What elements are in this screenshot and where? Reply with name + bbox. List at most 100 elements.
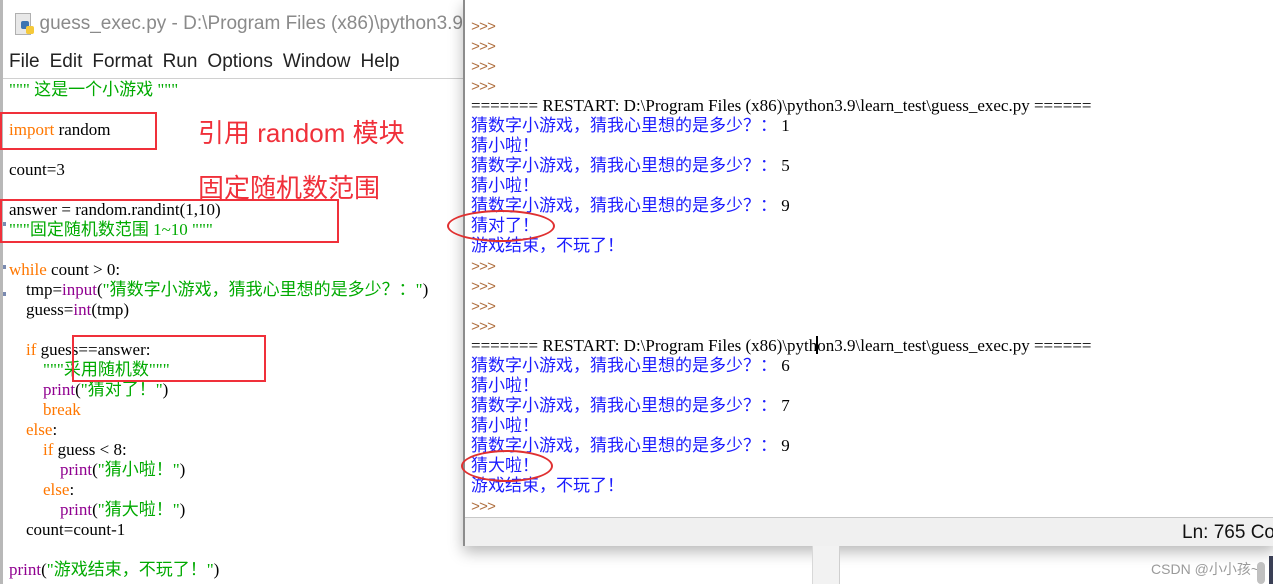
editor-title: guess_exec.py - D:\Program Files (x86)\p… [39, 13, 463, 34]
code-line: tmp=input("猜数字小游戏，猜我心里想的是多少？：") [9, 280, 428, 300]
prompt-text: >>> [471, 59, 496, 76]
code-builtin: input [62, 280, 97, 299]
code-text: guess < 8: [53, 440, 127, 459]
code-line: if guess < 8: [9, 440, 127, 460]
shell-output-line: 猜小啦！ [471, 136, 539, 155]
code-keyword: while [9, 260, 47, 279]
menu-window[interactable]: Window [278, 51, 356, 73]
shell-input-prompt: 猜数字小游戏，猜我心里想的是多少？： 5 [471, 156, 790, 176]
user-input-value: 9 [777, 196, 790, 215]
shell-prompt: >>> [471, 16, 496, 36]
input-prompt-text: 猜数字小游戏，猜我心里想的是多少？： [471, 356, 777, 375]
code-string: "猜数字小游戏，猜我心里想的是多少？：" [102, 280, 423, 299]
code-text: ) [213, 560, 220, 579]
code-string: """ 这是一个小游戏 """ [9, 80, 179, 99]
code-text: count=3 [9, 160, 65, 179]
restart-text: ======= RESTART: D:\Program Files (x86)\… [471, 336, 818, 355]
gutter-marker [3, 265, 6, 269]
code-keyword: if [26, 340, 37, 359]
code-line: print("猜小啦！") [9, 460, 185, 480]
shell-restart-line: ======= RESTART: D:\Program Files (x86)\… [471, 336, 1092, 356]
code-keyword: if [43, 440, 54, 459]
python-file-icon [13, 13, 34, 35]
annotation-box-compare [72, 335, 266, 382]
status-bar: Ln: 765 Co [465, 517, 1273, 546]
code-text: ) [422, 280, 429, 299]
shell-prompt: >>> [471, 36, 496, 56]
code-line: else: [9, 420, 57, 440]
watermark: CSDN @小小孩~ [1151, 561, 1259, 577]
menu-file[interactable]: File [3, 51, 45, 73]
code-keyword: else [26, 420, 53, 439]
code-text: count > 0: [46, 260, 121, 279]
code-line: print("猜对了！") [9, 380, 168, 400]
shell-prompt: >>> [471, 56, 496, 76]
user-input-value: 7 [777, 396, 790, 415]
code-text: ) [179, 460, 186, 479]
code-keyword: else [43, 480, 70, 499]
code-text: count=count-1 [9, 520, 126, 539]
shell-prompt: >>> [471, 296, 496, 316]
shell-output-line: 猜小啦！ [471, 416, 539, 435]
code-line: count=3 [9, 160, 65, 180]
menu-format[interactable]: Format [87, 51, 157, 73]
editor-title-bar[interactable]: guess_exec.py - D:\Program Files (x86)\p… [3, 8, 463, 40]
code-builtin: print [60, 500, 93, 519]
shell-prompt: >>> [471, 256, 496, 276]
code-keyword: break [43, 400, 81, 419]
code-line: break [9, 400, 81, 420]
shell-window: >>> >>> >>> >>> ======= RESTART: D:\Program … [447, 0, 1273, 546]
prompt-text: >>> [471, 19, 496, 36]
annotation-import-note: 引用 random 模块 [198, 118, 405, 148]
input-prompt-text: 猜数字小游戏，猜我心里想的是多少？： [471, 156, 777, 175]
highlight-circle-correct [447, 210, 555, 242]
code-line: guess=int(tmp) [9, 300, 129, 320]
input-prompt-text: 猜数字小游戏，猜我心里想的是多少？： [471, 396, 777, 415]
prompt-text: >>> [471, 79, 496, 96]
annotation-box-randint [0, 199, 339, 243]
code-editor[interactable]: """ 这是一个小游戏 """ import random count=3 answe… [3, 78, 463, 585]
shell-prompt: >>> [471, 316, 496, 336]
code-string: "猜对了！" [80, 380, 163, 399]
prompt-text: >>> [471, 319, 496, 336]
code-builtin: print [43, 380, 76, 399]
code-text: : [52, 420, 58, 439]
code-text: (tmp) [91, 300, 130, 319]
input-prompt-text: 猜数字小游戏，猜我心里想的是多少？： [471, 116, 777, 135]
highlight-circle-too-big [461, 450, 553, 482]
code-text: tmp= [9, 280, 63, 299]
menu-edit[interactable]: Edit [45, 51, 88, 73]
shell-prompt: >>> [471, 276, 496, 296]
menu-bar: File Edit Format Run Options Window Help [3, 48, 463, 76]
shell-restart-line: ======= RESTART: D:\Program Files (x86)\… [471, 96, 1092, 115]
shell-output-line: 猜小啦！ [471, 376, 539, 395]
code-string: "游戏结束，不玩了！" [46, 560, 214, 579]
user-input-value: 9 [777, 436, 790, 455]
shell-input-prompt: 猜数字小游戏，猜我心里想的是多少？： 7 [471, 396, 790, 416]
code-string: "猜小啦！" [97, 460, 180, 479]
code-text: ) [179, 500, 186, 519]
code-line: """ 这是一个小游戏 """ [9, 80, 178, 100]
menu-run[interactable]: Run [158, 51, 203, 73]
line-column-status: Ln: 765 Co [1182, 522, 1273, 543]
code-line: else: [9, 480, 74, 500]
menu-help[interactable]: Help [355, 51, 404, 73]
prompt-text: >>> [471, 299, 496, 316]
scrollbar-thumb[interactable] [1257, 562, 1265, 584]
code-line: count=count-1 [9, 520, 125, 540]
annotation-box-import [0, 112, 157, 150]
restart-text: on3.9\learn_test\guess_exec.py ====== [817, 336, 1092, 355]
code-builtin: print [60, 460, 93, 479]
shell-output[interactable]: >>> >>> >>> >>> ======= RESTART: D:\Program … [465, 12, 1273, 512]
prompt-text: >>> [471, 499, 496, 512]
menu-options[interactable]: Options [202, 51, 277, 73]
user-input-value: 1 [777, 116, 790, 135]
prompt-text: >>> [471, 279, 496, 296]
prompt-text: >>> [471, 39, 496, 56]
